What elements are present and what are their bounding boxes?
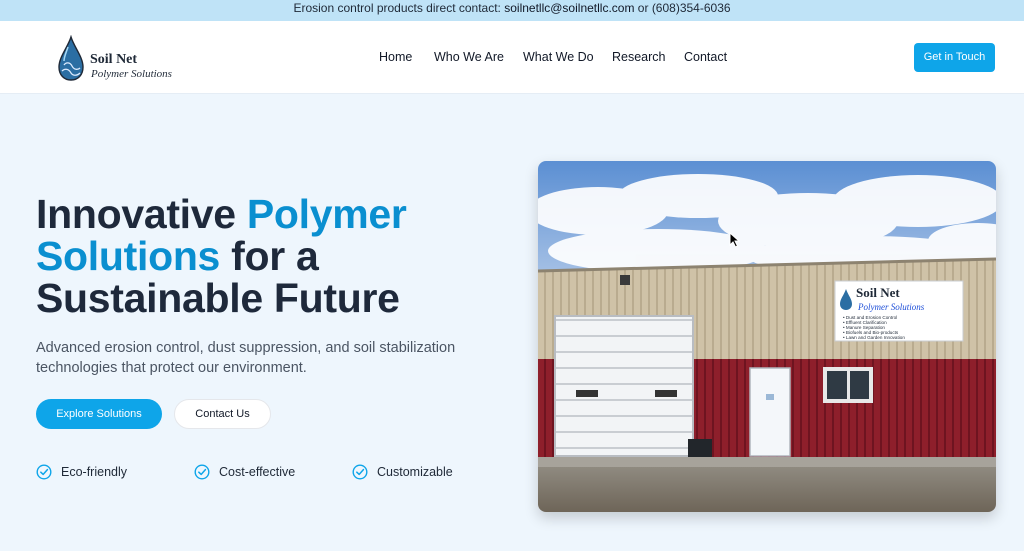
explore-solutions-button[interactable]: Explore Solutions [36, 399, 162, 429]
sign-tagline: Polymer Solutions [857, 302, 925, 312]
main-navbar: Soil Net Polymer Solutions Home Who We A… [0, 21, 1024, 94]
nav-item-contact[interactable]: Contact [684, 50, 727, 64]
nav-item-research[interactable]: Research [612, 50, 666, 64]
building-photo-illustration: Soil Net Polymer Solutions • Dust and Er… [538, 161, 996, 512]
hero-title: Innovative Polymer Solutions for a Susta… [36, 193, 506, 319]
hero-title-part-1: Innovative [36, 191, 247, 237]
check-circle-icon [194, 464, 210, 480]
contact-us-button[interactable]: Contact Us [174, 399, 271, 429]
get-in-touch-button[interactable]: Get in Touch [914, 43, 995, 72]
feature-label: Customizable [377, 465, 453, 479]
building-photo: Soil Net Polymer Solutions • Dust and Er… [538, 161, 996, 512]
feature-customizable: Customizable [352, 464, 472, 480]
feature-eco-friendly: Eco-friendly [36, 464, 146, 480]
nav-item-home[interactable]: Home [379, 50, 412, 64]
check-circle-icon [36, 464, 52, 480]
nav-item-who-we-are[interactable]: Who We Are [434, 50, 504, 64]
hero-subtitle: Advanced erosion control, dust suppressi… [36, 340, 456, 376]
logo-tagline: Polymer Solutions [91, 68, 172, 80]
nav-menu: Home Who We Are What We Do Research Cont… [0, 50, 1024, 66]
check-circle-icon [352, 464, 368, 480]
topbar-text: Erosion control products direct contact: [293, 1, 505, 15]
sign-line: • Lawn and Garden Innovation [843, 335, 905, 340]
sign-name: Soil Net [856, 285, 900, 300]
feature-label: Eco-friendly [61, 465, 127, 479]
feature-label: Cost-effective [219, 465, 296, 479]
nav-item-what-we-do[interactable]: What We Do [523, 50, 594, 64]
mouse-cursor-icon [729, 232, 741, 248]
topbar-email-link[interactable]: soilnetllc@soilnetllc.com [504, 1, 634, 15]
topbar-phone[interactable]: (608)354-6036 [652, 1, 731, 15]
feature-cost-effective: Cost-effective [194, 464, 314, 480]
topbar-or: or [634, 1, 652, 15]
contact-topbar: Erosion control products direct contact:… [0, 0, 1024, 21]
